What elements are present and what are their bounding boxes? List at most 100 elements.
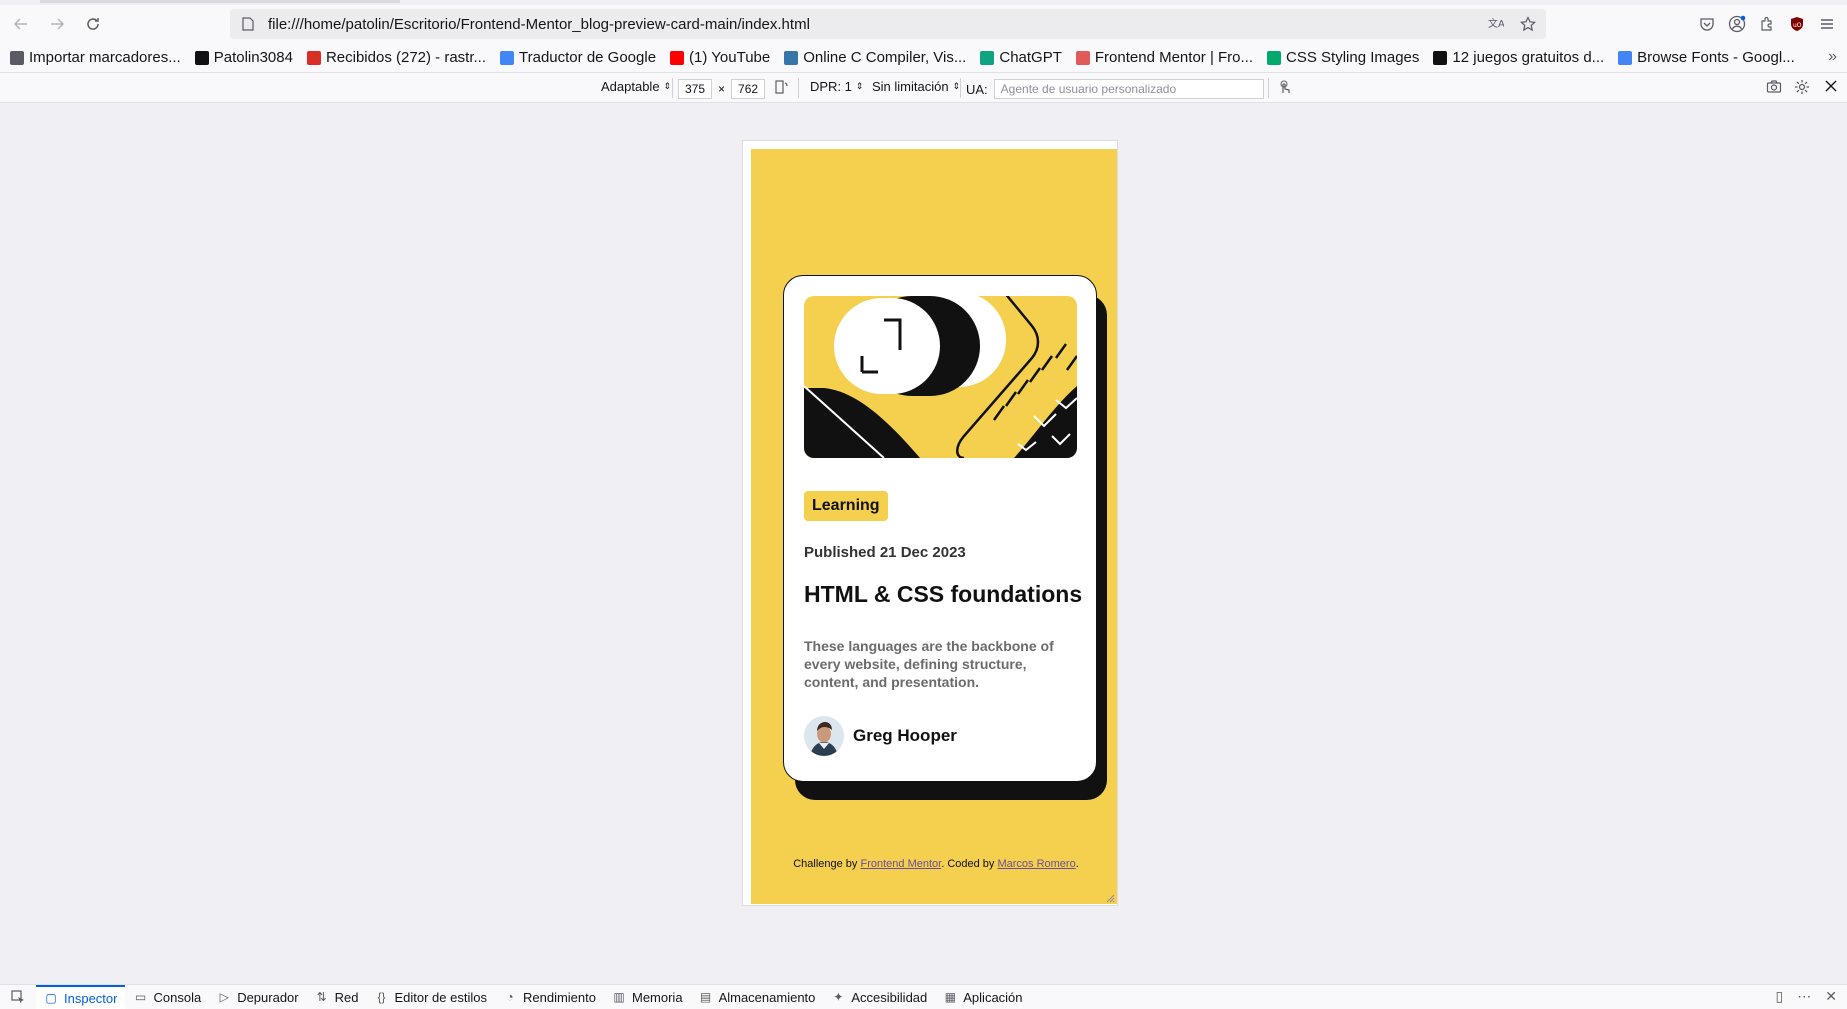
hero-illustration: [804, 296, 1077, 458]
touch-icon: [1280, 80, 1290, 93]
screenshot-button[interactable]: [1766, 79, 1782, 95]
resize-grip-icon[interactable]: [1105, 893, 1115, 903]
arrow-right-icon: [51, 18, 65, 30]
page-icon: [240, 16, 256, 32]
translate-icon[interactable]: 文A: [1486, 14, 1506, 34]
bookmark-item[interactable]: CSS Styling Images: [1267, 49, 1419, 66]
user-agent-input[interactable]: Agente de usuario personalizado: [993, 79, 1264, 99]
avatar: [804, 716, 844, 756]
network-icon: ⇅: [316, 990, 327, 1004]
rotate-button[interactable]: [773, 79, 789, 95]
github-icon: [194, 50, 209, 65]
touch-simulation-button[interactable]: [1277, 79, 1293, 95]
settings-button[interactable]: [1794, 79, 1810, 95]
frontend-mentor-link[interactable]: Frontend Mentor: [860, 858, 941, 870]
category-tag: Learning: [804, 491, 888, 521]
bookmark-label: Patolin3084: [213, 49, 293, 66]
bookmark-item[interactable]: ChatGPT: [980, 49, 1062, 66]
frontend-mentor-icon: [1075, 50, 1090, 65]
author: Greg Hooper: [804, 716, 957, 756]
bookmark-label: ChatGPT: [999, 49, 1062, 66]
viewport-height-input[interactable]: 762: [731, 79, 766, 99]
bookmark-item[interactable]: Frontend Mentor | Fro...: [1075, 49, 1253, 66]
device-selector[interactable]: Adaptable ⇕: [601, 79, 671, 94]
author-name: Greg Hooper: [853, 726, 957, 745]
arrow-left-icon: [13, 18, 27, 30]
bookmark-star-icon[interactable]: [1518, 14, 1538, 34]
devtools-tab-label: Memoria: [631, 989, 683, 1005]
devtools-tab-storage[interactable]: ▤ Almacenamiento: [691, 985, 824, 1009]
element-picker-button[interactable]: [0, 985, 36, 1009]
memory-icon: ▥: [613, 990, 625, 1004]
python-icon: [784, 50, 799, 65]
viewport-area: Learning Published 21 Dec 2023 HTML & CS…: [0, 104, 1847, 984]
back-button[interactable]: [6, 9, 36, 39]
chatgpt-icon: [980, 50, 995, 65]
bookmark-item[interactable]: (1) YouTube: [670, 49, 770, 66]
attribution: Challenge by Frontend Mentor. Coded by M…: [793, 858, 1079, 870]
bookmark-item[interactable]: Traductor de Google: [500, 49, 656, 66]
forward-button[interactable]: [42, 9, 72, 39]
close-rdm-button[interactable]: [1824, 79, 1838, 93]
inspector-icon: ▢: [45, 991, 57, 1005]
debugger-icon: ▷: [219, 990, 229, 1004]
devtools-tab-label: Accesibilidad: [851, 989, 928, 1005]
devtools-tab-label: Depurador: [237, 989, 299, 1005]
chevron-updown-icon: ⇕: [952, 81, 961, 91]
bookmark-item[interactable]: Importar marcadores...: [10, 49, 181, 66]
menu-icon[interactable]: [1817, 14, 1837, 34]
bookmark-item[interactable]: Patolin3084: [194, 49, 293, 66]
more-options-icon[interactable]: ⋯: [1797, 988, 1811, 1005]
url-text[interactable]: file:///home/patolin/Escritorio/Frontend…: [268, 16, 810, 33]
devtools-tab-label: Consola: [153, 989, 202, 1005]
devtools-tab-inspector[interactable]: ▢ Inspector: [36, 984, 126, 1009]
blog-preview-card[interactable]: Learning Published 21 Dec 2023 HTML & CS…: [783, 275, 1097, 782]
chevron-updown-icon: ⇕: [663, 81, 672, 91]
bookmark-item[interactable]: Online C Compiler, Vis...: [784, 49, 966, 66]
card-description: These languages are the backbone of ever…: [804, 638, 1054, 690]
bookmark-item[interactable]: 12 juegos gratuitos d...: [1433, 49, 1604, 66]
devtools-tab-debugger[interactable]: ▷ Depurador: [209, 985, 306, 1009]
dpr-selector[interactable]: DPR: 1 ⇕: [810, 79, 863, 94]
devtools-tab-memory[interactable]: ▥ Memoria: [604, 985, 691, 1009]
account-icon[interactable]: [1727, 14, 1747, 34]
application-icon: ▦: [944, 990, 956, 1004]
bookmark-label: 12 juegos gratuitos d...: [1452, 49, 1605, 66]
devtools-tab-performance[interactable]: ◔ Rendimiento: [495, 985, 604, 1009]
devtools-tab-style-editor[interactable]: {} Editor de estilos: [366, 985, 495, 1009]
extensions-icon[interactable]: [1757, 14, 1777, 34]
bookmark-item[interactable]: Browse Fonts - Googl...: [1618, 49, 1795, 66]
devtools-tab-console[interactable]: ▭ Consola: [125, 985, 209, 1009]
bookmark-label: Online C Compiler, Vis...: [803, 49, 967, 66]
devtools-tab-label: Red: [334, 989, 359, 1005]
responsive-design-toolbar: Adaptable ⇕ 375 × 762 DPR: 1 ⇕ Sin limit…: [0, 73, 1847, 103]
chevron-updown-icon: ⇕: [855, 81, 864, 91]
bookmark-label: CSS Styling Images: [1286, 49, 1420, 66]
rotate-icon: [775, 80, 788, 94]
bookmark-label: Recibidos (272) - rastr...: [325, 49, 487, 66]
ublock-icon[interactable]: uO: [1787, 14, 1807, 34]
reload-icon: [87, 18, 99, 30]
address-bar[interactable]: file:///home/patolin/Escritorio/Frontend…: [230, 9, 1546, 39]
dock-icon[interactable]: ▯: [1776, 988, 1784, 1005]
devtools-tab-accessibility[interactable]: ✦ Accesibilidad: [823, 985, 935, 1009]
reload-button[interactable]: [78, 9, 108, 39]
author-link[interactable]: Marcos Romero: [997, 858, 1075, 870]
viewport-width-input[interactable]: 375: [678, 79, 713, 99]
devtools-tab-network[interactable]: ⇅ Red: [307, 985, 367, 1009]
navigation-toolbar: file:///home/patolin/Escritorio/Frontend…: [0, 5, 1847, 43]
pocket-icon[interactable]: [1697, 14, 1717, 34]
camera-icon: [1766, 80, 1782, 93]
gmail-icon: [306, 50, 321, 65]
translate-icon: [500, 50, 515, 65]
close-devtools-icon[interactable]: ✕: [1825, 988, 1837, 1005]
more-bookmarks-icon[interactable]: »: [1828, 48, 1837, 66]
devtools-toolbar: ▢ Inspector ▭ Consola ▷ Depurador ⇅ Red {} Editor…: [0, 984, 1847, 1009]
throttle-selector[interactable]: Sin limitación ⇕: [872, 79, 960, 94]
svg-text:文A: 文A: [1488, 17, 1504, 30]
devtools-tab-label: Almacenamiento: [718, 989, 816, 1005]
card-title[interactable]: HTML & CSS foundations: [804, 581, 1084, 608]
devtools-tab-application[interactable]: ▦ Aplicación: [935, 985, 1030, 1009]
bookmark-item[interactable]: Recibidos (272) - rastr...: [306, 49, 487, 66]
bookmarks-toolbar: Importar marcadores... Patolin3084 Recibid…: [0, 43, 1847, 73]
